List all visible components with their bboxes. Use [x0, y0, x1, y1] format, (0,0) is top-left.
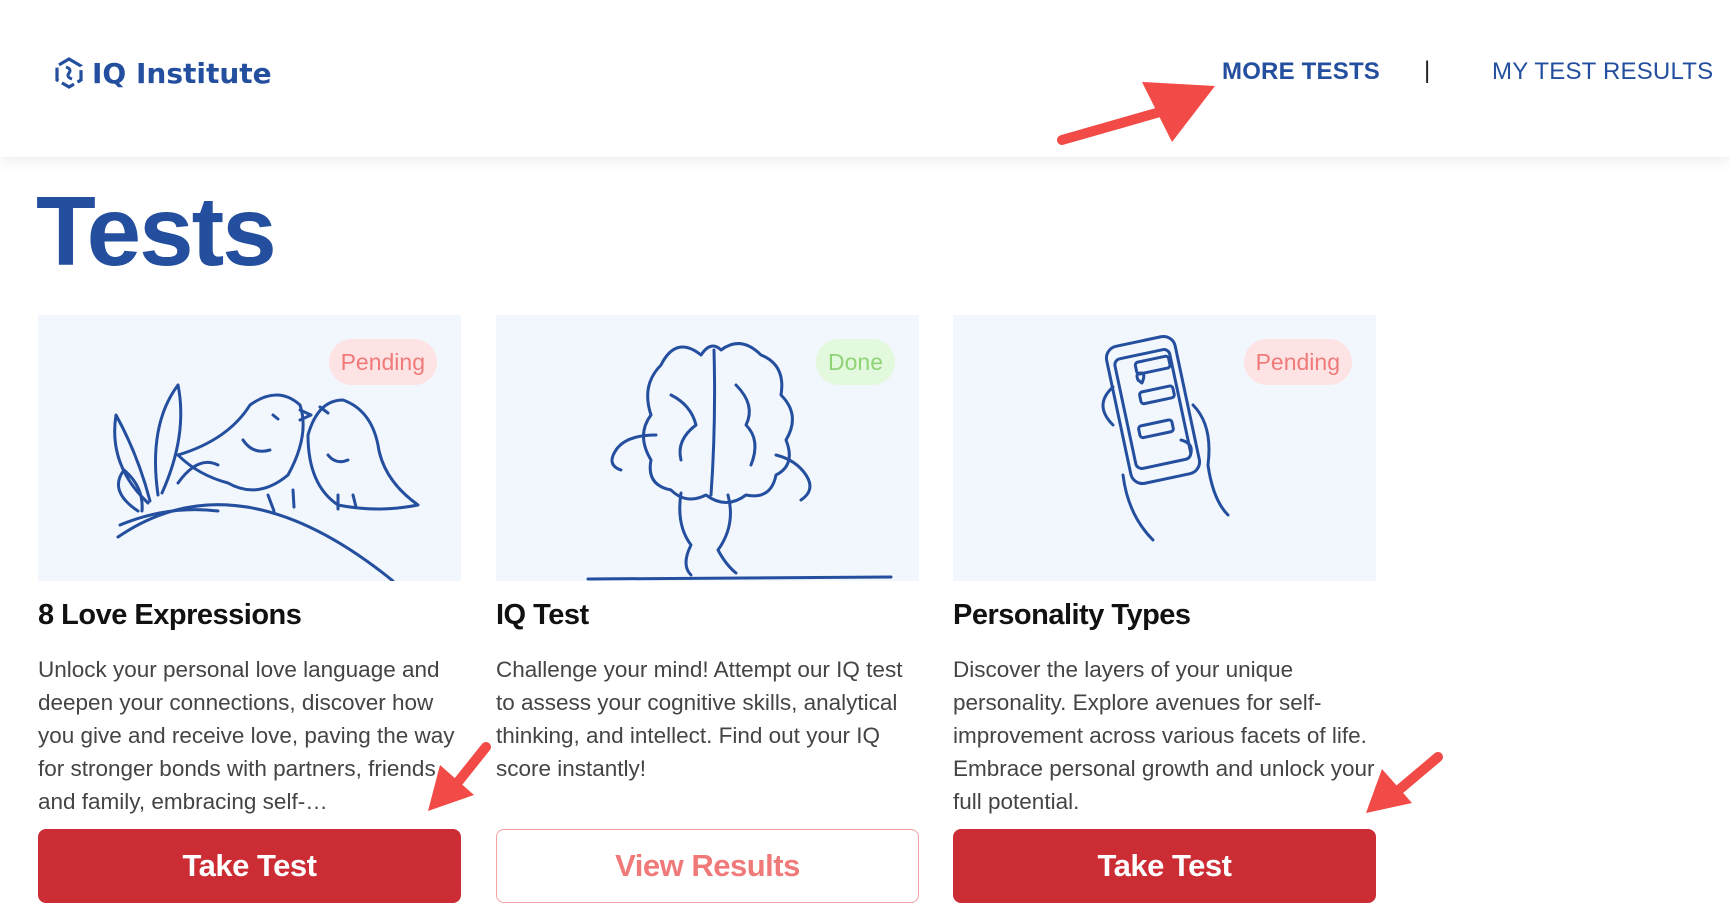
- card-image: Pending: [953, 315, 1376, 581]
- card-title: Personality Types: [953, 599, 1191, 631]
- logo-text: IQ Institute: [92, 56, 272, 90]
- take-test-button[interactable]: Take Test: [38, 829, 461, 903]
- view-results-button[interactable]: View Results: [496, 829, 919, 903]
- card-title: 8 Love Expressions: [38, 599, 302, 631]
- nav-more-tests[interactable]: MORE TESTS: [1222, 58, 1380, 86]
- card-description: Challenge your mind! Attempt our IQ test…: [496, 657, 903, 781]
- take-test-button[interactable]: Take Test: [953, 829, 1376, 903]
- nav-my-test-results[interactable]: MY TEST RESULTS: [1492, 58, 1713, 86]
- test-card: Pending 8 Love Expressions Unlock your p…: [38, 315, 461, 903]
- nav-separator: |: [1424, 57, 1431, 84]
- status-badge: Done: [816, 339, 895, 385]
- card-description: Discover the layers of your unique perso…: [953, 657, 1375, 814]
- card-image: Done: [496, 315, 919, 581]
- logo[interactable]: IQ Institute: [54, 56, 272, 90]
- status-badge: Pending: [328, 339, 437, 385]
- status-badge: Pending: [1243, 339, 1352, 385]
- card-image: Pending: [38, 315, 461, 581]
- top-navbar: IQ Institute MORE TESTS | MY TEST RESULT…: [0, 0, 1730, 157]
- card-description: Unlock your personal love language and d…: [38, 657, 455, 814]
- logo-icon: [55, 57, 83, 89]
- page-title: Tests: [36, 176, 277, 286]
- test-card: Done IQ Test Challenge your mind! Attemp…: [496, 315, 919, 903]
- card-title: IQ Test: [496, 599, 589, 631]
- test-card: Pending Personality Types Discover the l…: [953, 315, 1376, 903]
